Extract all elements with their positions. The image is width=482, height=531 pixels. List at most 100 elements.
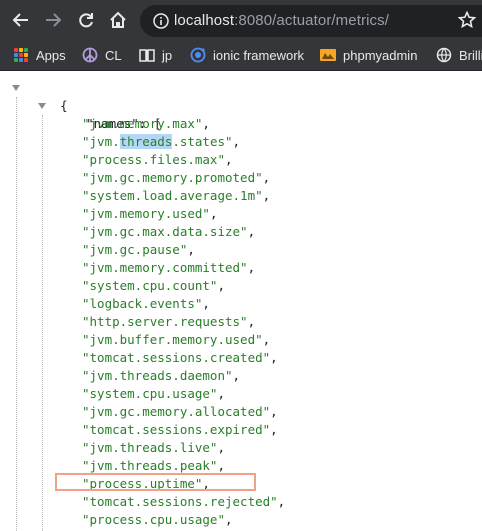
home-button[interactable] bbox=[105, 7, 131, 33]
comma: , bbox=[202, 116, 210, 131]
collapse-names-toggle[interactable] bbox=[38, 103, 46, 109]
metric-name: "tomcat.sessions.created" bbox=[82, 350, 271, 365]
list-item: "jvm.gc.pause", bbox=[82, 241, 195, 259]
metric-name: "http.server.requests" bbox=[82, 314, 248, 329]
comma: , bbox=[217, 458, 225, 473]
bookmark-label: Brilli bbox=[459, 47, 482, 63]
bookmark-cl[interactable]: CL bbox=[82, 44, 122, 66]
comma: , bbox=[262, 332, 271, 347]
bookmark-label: CL bbox=[105, 47, 122, 63]
reload-icon bbox=[79, 13, 93, 28]
bookmark-phpmyadmin[interactable]: phpmyadmin bbox=[320, 44, 417, 66]
comma: , bbox=[202, 296, 210, 311]
comma: , bbox=[277, 494, 286, 509]
list-item: "system.cpu.count", bbox=[82, 277, 225, 295]
list-item: "system.cpu.usage", bbox=[82, 385, 225, 403]
comma: , bbox=[270, 422, 278, 437]
list-item: "tomcat.sessions.created", bbox=[82, 349, 278, 367]
arrow-left-icon bbox=[12, 13, 28, 27]
bookmark-ionic[interactable]: ionic framework bbox=[190, 44, 304, 66]
metric-name: "process.files.max" bbox=[82, 152, 225, 167]
metric-name: "jvm.threads.live" bbox=[82, 440, 218, 455]
globe-icon bbox=[436, 47, 452, 63]
list-item: "jvm.memory.used", bbox=[82, 205, 217, 223]
list-item: "logback.events", bbox=[82, 295, 210, 313]
list-item: "process.cpu.usage", bbox=[82, 511, 233, 529]
home-icon bbox=[110, 11, 126, 28]
root-guide-line bbox=[16, 97, 17, 531]
forward-button[interactable] bbox=[40, 7, 66, 33]
comma: , bbox=[270, 404, 278, 419]
list-item: "tomcat.sessions.rejected", bbox=[82, 493, 285, 511]
comma: , bbox=[232, 134, 241, 149]
metric-name: "jvm.threads.states" bbox=[82, 134, 233, 149]
root-open-brace: { bbox=[30, 79, 68, 113]
apps-grid-icon bbox=[13, 47, 29, 63]
bookmark-label: phpmyadmin bbox=[343, 47, 418, 63]
json-viewer: { "names": [ "jvm.memory.max", "jvm.threa… bbox=[0, 71, 482, 531]
metric-name: "jvm.memory.used" bbox=[82, 206, 210, 221]
ionic-icon bbox=[190, 47, 206, 63]
process-uptime-highlight bbox=[55, 473, 256, 491]
collapse-root-toggle[interactable] bbox=[12, 85, 20, 91]
comma: , bbox=[225, 152, 233, 167]
comma: , bbox=[217, 278, 225, 293]
metric-name: "tomcat.sessions.rejected" bbox=[82, 494, 278, 509]
list-item: "jvm.gc.memory.promoted", bbox=[82, 169, 270, 187]
back-button[interactable] bbox=[8, 7, 34, 33]
comma: , bbox=[232, 368, 241, 383]
arrow-right-icon bbox=[46, 13, 62, 27]
comma: , bbox=[247, 260, 256, 275]
list-item: "jvm.memory.max", bbox=[82, 115, 210, 133]
list-item: "jvm.threads.live", bbox=[82, 439, 225, 457]
list-item: "jvm.buffer.memory.used", bbox=[82, 331, 270, 349]
list-item: "jvm.gc.max.data.size", bbox=[82, 223, 255, 241]
book-icon bbox=[139, 47, 155, 63]
comma: , bbox=[225, 512, 233, 527]
address-bar[interactable]: localhost:8080/actuator/metrics/ bbox=[140, 5, 482, 37]
list-item: "tomcat.sessions.expired", bbox=[82, 421, 278, 439]
comma: , bbox=[262, 188, 271, 203]
comma: , bbox=[270, 350, 278, 365]
list-item: "http.server.requests", bbox=[82, 313, 255, 331]
url-host: localhost bbox=[174, 12, 235, 29]
list-item: "jvm.gc.memory.allocated", bbox=[82, 403, 278, 421]
reload-button[interactable] bbox=[73, 7, 99, 33]
metric-name: "jvm.threads.daemon" bbox=[82, 368, 233, 383]
url-path: :8080/actuator/metrics/ bbox=[234, 12, 389, 29]
comma: , bbox=[187, 242, 195, 257]
metric-name: "jvm.gc.memory.promoted" bbox=[82, 170, 263, 185]
info-icon[interactable] bbox=[153, 13, 169, 29]
metric-name: "system.cpu.usage" bbox=[82, 386, 218, 401]
comma: , bbox=[262, 170, 271, 185]
bookmark-star-icon[interactable] bbox=[458, 11, 476, 29]
bookmark-brilli[interactable]: Brilli bbox=[436, 44, 482, 66]
list-item: "jvm.memory.committed", bbox=[82, 259, 255, 277]
comma: , bbox=[217, 440, 225, 455]
list-item: "jvm.threads.daemon", bbox=[82, 367, 240, 385]
names-key-line: "names": [ bbox=[56, 97, 161, 131]
metric-name: "tomcat.sessions.expired" bbox=[82, 422, 271, 437]
list-item: "process.files.max", bbox=[82, 151, 233, 169]
metric-name: "jvm.gc.memory.allocated" bbox=[82, 404, 271, 419]
metric-name: "system.load.average.1m" bbox=[82, 188, 263, 203]
metric-name: "jvm.gc.max.data.size" bbox=[82, 224, 248, 239]
list-item: "system.load.average.1m", bbox=[82, 187, 270, 205]
metric-name: "jvm.threads.peak" bbox=[82, 458, 218, 473]
url-text[interactable]: localhost:8080/actuator/metrics/ bbox=[174, 12, 389, 29]
bookmark-label: jp bbox=[162, 47, 173, 63]
bookmark-label: Apps bbox=[36, 47, 66, 63]
list-item: "jvm.threads.states", bbox=[82, 133, 240, 151]
bookmarks-bar: Apps CL jp ionic framework phpmyadmin Br… bbox=[0, 40, 482, 71]
pma-icon bbox=[320, 47, 336, 63]
metric-name: "logback.events" bbox=[82, 296, 203, 311]
bookmark-apps[interactable]: Apps bbox=[13, 44, 66, 66]
metric-name: "jvm.gc.pause" bbox=[82, 242, 188, 257]
metric-name: "jvm.memory.max" bbox=[82, 116, 203, 131]
bookmark-jp[interactable]: jp bbox=[139, 44, 172, 66]
comma: , bbox=[247, 224, 256, 239]
names-guide-line bbox=[42, 115, 43, 531]
bookmark-label: ionic framework bbox=[213, 47, 305, 63]
browser-toolbar: localhost:8080/actuator/metrics/ bbox=[0, 0, 482, 40]
comma: , bbox=[247, 314, 256, 329]
